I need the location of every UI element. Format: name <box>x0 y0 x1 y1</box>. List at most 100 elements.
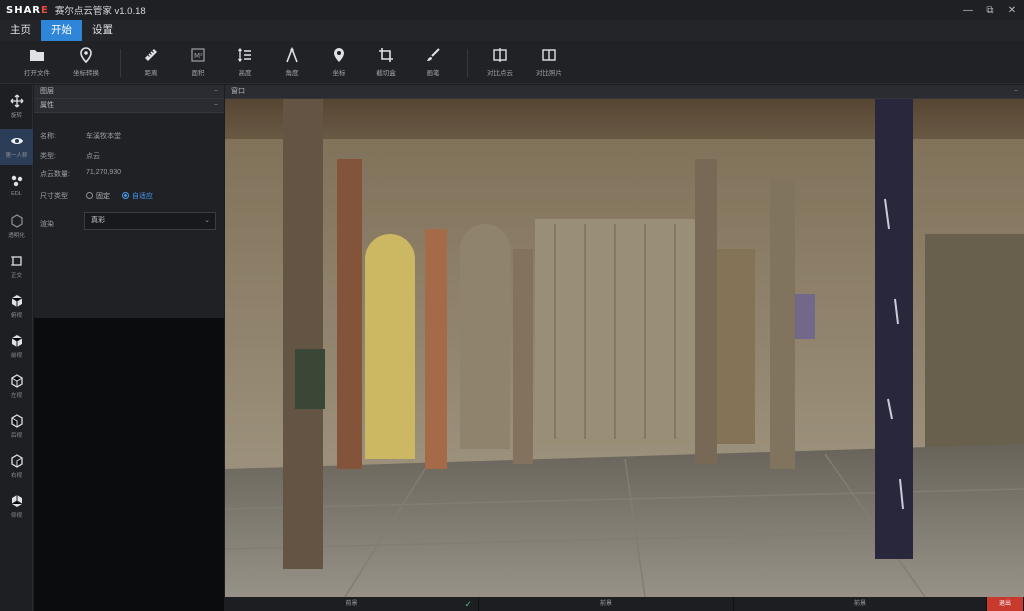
type-value: 点云 <box>86 153 100 160</box>
back-view-icon <box>10 414 23 428</box>
point-icon <box>334 48 344 62</box>
tool-label: 高度 <box>238 70 252 77</box>
menu-home[interactable]: 主页 <box>0 20 41 41</box>
name-label: 名称: <box>40 133 56 140</box>
rail-label: 仰视 <box>10 513 22 519</box>
compare-photo-button[interactable]: 对比照片 <box>523 47 575 77</box>
status-segment-2[interactable]: 前景 <box>479 597 734 611</box>
angle-button[interactable]: 角度 <box>266 47 318 77</box>
folder-icon <box>30 50 44 61</box>
edl-icon <box>11 175 22 187</box>
rail-left-view[interactable]: 左视 <box>0 369 33 405</box>
menu-start[interactable]: 开始 <box>41 20 82 41</box>
point-cloud-viewport[interactable] <box>225 99 1024 597</box>
app-logo: SHARE <box>6 5 49 16</box>
compare-cloud-button[interactable]: 对比点云 <box>474 47 526 77</box>
rail-label: 正交 <box>10 273 22 279</box>
distance-button[interactable]: 距离 <box>125 47 177 77</box>
rail-front-view[interactable]: 前视 <box>0 329 33 365</box>
radio-fixed[interactable] <box>86 192 93 199</box>
render-row: 渲染 <box>40 219 54 229</box>
rail-label: 右视 <box>10 473 22 479</box>
type-row: 类型: 点云 <box>40 151 100 161</box>
rail-bottom-view[interactable]: 仰视 <box>0 489 33 525</box>
viewport-title: 窗口 <box>231 88 245 95</box>
logo-accent: E <box>41 4 49 16</box>
open-file-button[interactable]: 打开文件 <box>11 47 63 77</box>
properties-title: 属性 <box>40 102 54 109</box>
tool-label: 面积 <box>191 70 205 77</box>
minimize-button[interactable]: — <box>962 5 974 16</box>
tool-label: 坐标 <box>332 70 346 77</box>
rail-back-view[interactable]: 后视 <box>0 409 33 445</box>
restore-button[interactable]: ⧉ <box>984 5 996 16</box>
rail-rotate[interactable]: 旋转 <box>0 89 33 125</box>
rail-label: 左视 <box>10 393 22 399</box>
ruler-icon <box>145 49 157 61</box>
point-coordinate-button[interactable]: 坐标 <box>313 47 365 77</box>
exit-button[interactable]: 退出 <box>987 597 1024 611</box>
status-text: 前景 <box>853 601 866 607</box>
view-mode-rail: 旋转 第一人称 EDL 透明化 正交 俯视 前视 左视 后视 右视 仰视 <box>0 85 33 611</box>
rail-edl[interactable]: EDL <box>0 169 33 205</box>
panel-empty-area <box>34 318 224 611</box>
render-mode-select[interactable]: 真彩 ⌄ <box>84 212 216 230</box>
height-button[interactable]: 高度 <box>219 47 271 77</box>
front-view-icon <box>11 335 22 347</box>
viewport-header: 窗口 − <box>225 85 1024 99</box>
coordinate-transform-button[interactable]: 坐标转换 <box>60 47 112 77</box>
chevron-down-icon: ⌄ <box>204 217 210 224</box>
status-segment-3[interactable]: 前景 <box>734 597 987 611</box>
title-bar: SHARE 赛尔点云管家 v1.0.18 — ⧉ ✕ <box>0 0 1024 20</box>
name-row: 名称: 车溪牧本堂 <box>40 131 121 141</box>
radio-adaptive[interactable] <box>122 192 129 199</box>
status-bar: 前景 ✓ 前景 前景 退出 <box>225 597 1024 611</box>
rail-first-person[interactable]: 第一人称 <box>0 129 33 165</box>
area-icon: M² <box>191 48 205 62</box>
close-button[interactable]: ✕ <box>1006 5 1018 16</box>
properties-collapse-button[interactable]: − <box>214 99 218 113</box>
exit-label: 退出 <box>998 601 1011 607</box>
area-button[interactable]: M² 面积 <box>172 47 224 77</box>
type-label: 类型: <box>40 153 56 160</box>
name-value: 车溪牧本堂 <box>86 133 121 140</box>
layers-header[interactable]: 图层 − <box>34 85 224 99</box>
render-label: 渲染 <box>40 221 54 228</box>
menu-settings[interactable]: 设置 <box>82 20 123 41</box>
count-label: 点云数量: <box>40 171 70 178</box>
rail-label: 后视 <box>10 433 22 439</box>
viewport-collapse-button[interactable]: − <box>1014 85 1018 99</box>
scene-shade <box>225 99 1024 597</box>
logo-text: SHAR <box>6 4 42 16</box>
window-controls: — ⧉ ✕ <box>962 0 1018 20</box>
rail-transparent[interactable]: 透明化 <box>0 209 33 245</box>
tool-label: 对比点云 <box>487 70 513 77</box>
tool-label: 截切盒 <box>376 70 396 77</box>
toolbar: 打开文件 坐标转换 距离 M² 面积 高度 角度 坐标 截切盒 画笔 对比点云 … <box>0 41 1024 84</box>
rail-ortho[interactable]: 正交 <box>0 249 33 285</box>
tool-label: 画笔 <box>426 70 440 77</box>
brush-icon <box>427 48 440 61</box>
compare-cloud-icon <box>493 48 507 62</box>
rail-right-view[interactable]: 右视 <box>0 449 33 485</box>
rail-label: 透明化 <box>8 233 25 239</box>
tool-label: 距离 <box>144 70 158 77</box>
status-segment-1[interactable]: 前景 ✓ <box>225 597 479 611</box>
rail-label: 旋转 <box>10 113 22 119</box>
rail-top-view[interactable]: 俯视 <box>0 289 33 325</box>
layers-collapse-button[interactable]: − <box>214 85 218 99</box>
layers-title: 图层 <box>40 88 54 95</box>
tool-label: 打开文件 <box>24 70 50 77</box>
radio-fixed-label[interactable]: 固定 <box>96 193 110 200</box>
move-icon <box>10 94 23 108</box>
clip-box-button[interactable]: 截切盒 <box>360 47 412 77</box>
brush-button[interactable]: 画笔 <box>407 47 459 77</box>
count-row: 点云数量: 71,270,930 <box>40 169 121 179</box>
radio-adaptive-label[interactable]: 自适应 <box>132 193 153 200</box>
properties-header[interactable]: 属性 − <box>34 99 224 113</box>
app-title: 赛尔点云管家 v1.0.18 <box>54 6 146 17</box>
ortho-icon <box>10 256 22 266</box>
svg-text:M²: M² <box>194 52 203 60</box>
right-view-icon <box>10 454 23 468</box>
crop-box-icon <box>379 48 393 62</box>
